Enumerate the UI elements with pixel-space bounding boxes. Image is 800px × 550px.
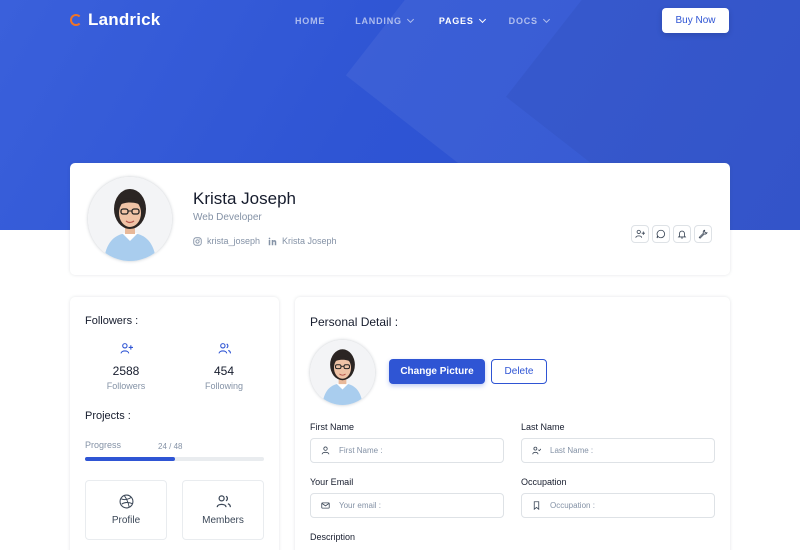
tile-profile[interactable]: Profile: [85, 480, 167, 540]
avatar-photo: [88, 177, 172, 261]
personal-detail-card: Personal Detail : Change Picture Delete …: [295, 297, 730, 550]
sidebar-card: Followers : 2588 Followers 454 Following…: [70, 297, 279, 550]
first-name-label: First Name: [310, 422, 355, 432]
instagram-icon: [193, 236, 202, 246]
profile-title: Web Developer: [193, 212, 262, 223]
notifications-button[interactable]: [673, 225, 691, 243]
menu-item-label: PAGES: [438, 16, 474, 26]
instagram-handle-link[interactable]: krista_joseph: [207, 236, 260, 246]
occupation-label: Occupation: [521, 477, 567, 487]
followers-label: Followers: [106, 381, 146, 391]
following-label: Following: [204, 381, 244, 391]
message-button[interactable]: [652, 225, 670, 243]
chevron-down-icon: [478, 15, 486, 24]
logo-mark-icon: [70, 14, 82, 26]
user-icon: [321, 446, 330, 455]
avatar-photo: [310, 340, 375, 405]
email-label: Your Email: [310, 477, 354, 487]
occupation-field[interactable]: [521, 493, 715, 518]
user-plus-icon: [120, 343, 133, 354]
main-menu: HOME LANDING PAGES DOCS: [295, 15, 550, 26]
users-icon: [218, 343, 231, 354]
change-picture-button[interactable]: Change Picture: [389, 359, 485, 384]
dribbble-icon: [119, 494, 133, 509]
user-check-icon: [532, 446, 541, 455]
tile-members[interactable]: Members: [182, 480, 264, 540]
email-field[interactable]: [310, 493, 504, 518]
progress-label: Progress: [85, 440, 122, 450]
progress-bar: [85, 457, 264, 461]
chevron-down-icon: [406, 15, 414, 24]
followers-title: Followers :: [85, 315, 139, 327]
menu-item-label: LANDING: [355, 16, 402, 26]
tool-icon: [698, 229, 708, 239]
avatar: [310, 340, 375, 405]
progress-bar-fill: [85, 457, 175, 461]
last-name-field[interactable]: [521, 438, 715, 463]
personal-detail-title: Personal Detail :: [310, 315, 399, 329]
followers-stat[interactable]: 2588 Followers: [86, 342, 166, 391]
description-label: Description: [310, 532, 356, 542]
bell-icon: [677, 230, 687, 239]
delete-picture-button[interactable]: Delete: [491, 359, 547, 384]
occupation-input[interactable]: [550, 501, 700, 510]
following-stat[interactable]: 454 Following: [184, 342, 264, 391]
linkedin-name-link[interactable]: Krista Joseph: [282, 236, 337, 246]
user-plus-icon: [635, 229, 645, 238]
linkedin-icon: [268, 237, 277, 245]
menu-item-landing[interactable]: LANDING: [355, 15, 414, 26]
last-name-input[interactable]: [550, 446, 700, 455]
profile-actions: [631, 225, 715, 243]
buy-now-button[interactable]: Buy Now: [662, 8, 729, 33]
menu-item-home[interactable]: HOME: [295, 16, 325, 26]
menu-item-docs[interactable]: DOCS: [508, 15, 550, 26]
navbar: Landrick HOME LANDING PAGES DOCS Buy Now: [0, 0, 800, 42]
progress-value: 24 / 48: [158, 442, 183, 451]
brand-logo[interactable]: Landrick: [70, 10, 160, 30]
followers-count: 2588: [112, 364, 140, 378]
profile-card: Krista Joseph Web Developer krista_josep…: [70, 163, 730, 275]
following-count: 454: [213, 364, 235, 378]
bookmark-icon: [533, 501, 540, 510]
profile-social: krista_joseph Krista Joseph: [193, 236, 337, 246]
add-friend-button[interactable]: [631, 225, 649, 243]
mail-icon: [321, 502, 330, 509]
projects-title: Projects :: [85, 410, 131, 422]
avatar: [88, 177, 172, 261]
first-name-input[interactable]: [339, 446, 489, 455]
menu-item-label: HOME: [295, 16, 326, 26]
profile-name: Krista Joseph: [193, 189, 296, 208]
chevron-down-icon: [542, 15, 550, 24]
email-input[interactable]: [339, 501, 489, 510]
tile-label: Members: [202, 515, 244, 526]
settings-button[interactable]: [694, 225, 712, 243]
tile-label: Profile: [111, 515, 141, 526]
last-name-label: Last Name: [521, 422, 565, 432]
menu-item-pages[interactable]: PAGES: [438, 15, 486, 26]
users-icon: [216, 495, 231, 508]
menu-item-label: DOCS: [508, 16, 538, 26]
first-name-field[interactable]: [310, 438, 504, 463]
brand-name: Landrick: [88, 10, 161, 29]
message-circle-icon: [656, 229, 666, 239]
